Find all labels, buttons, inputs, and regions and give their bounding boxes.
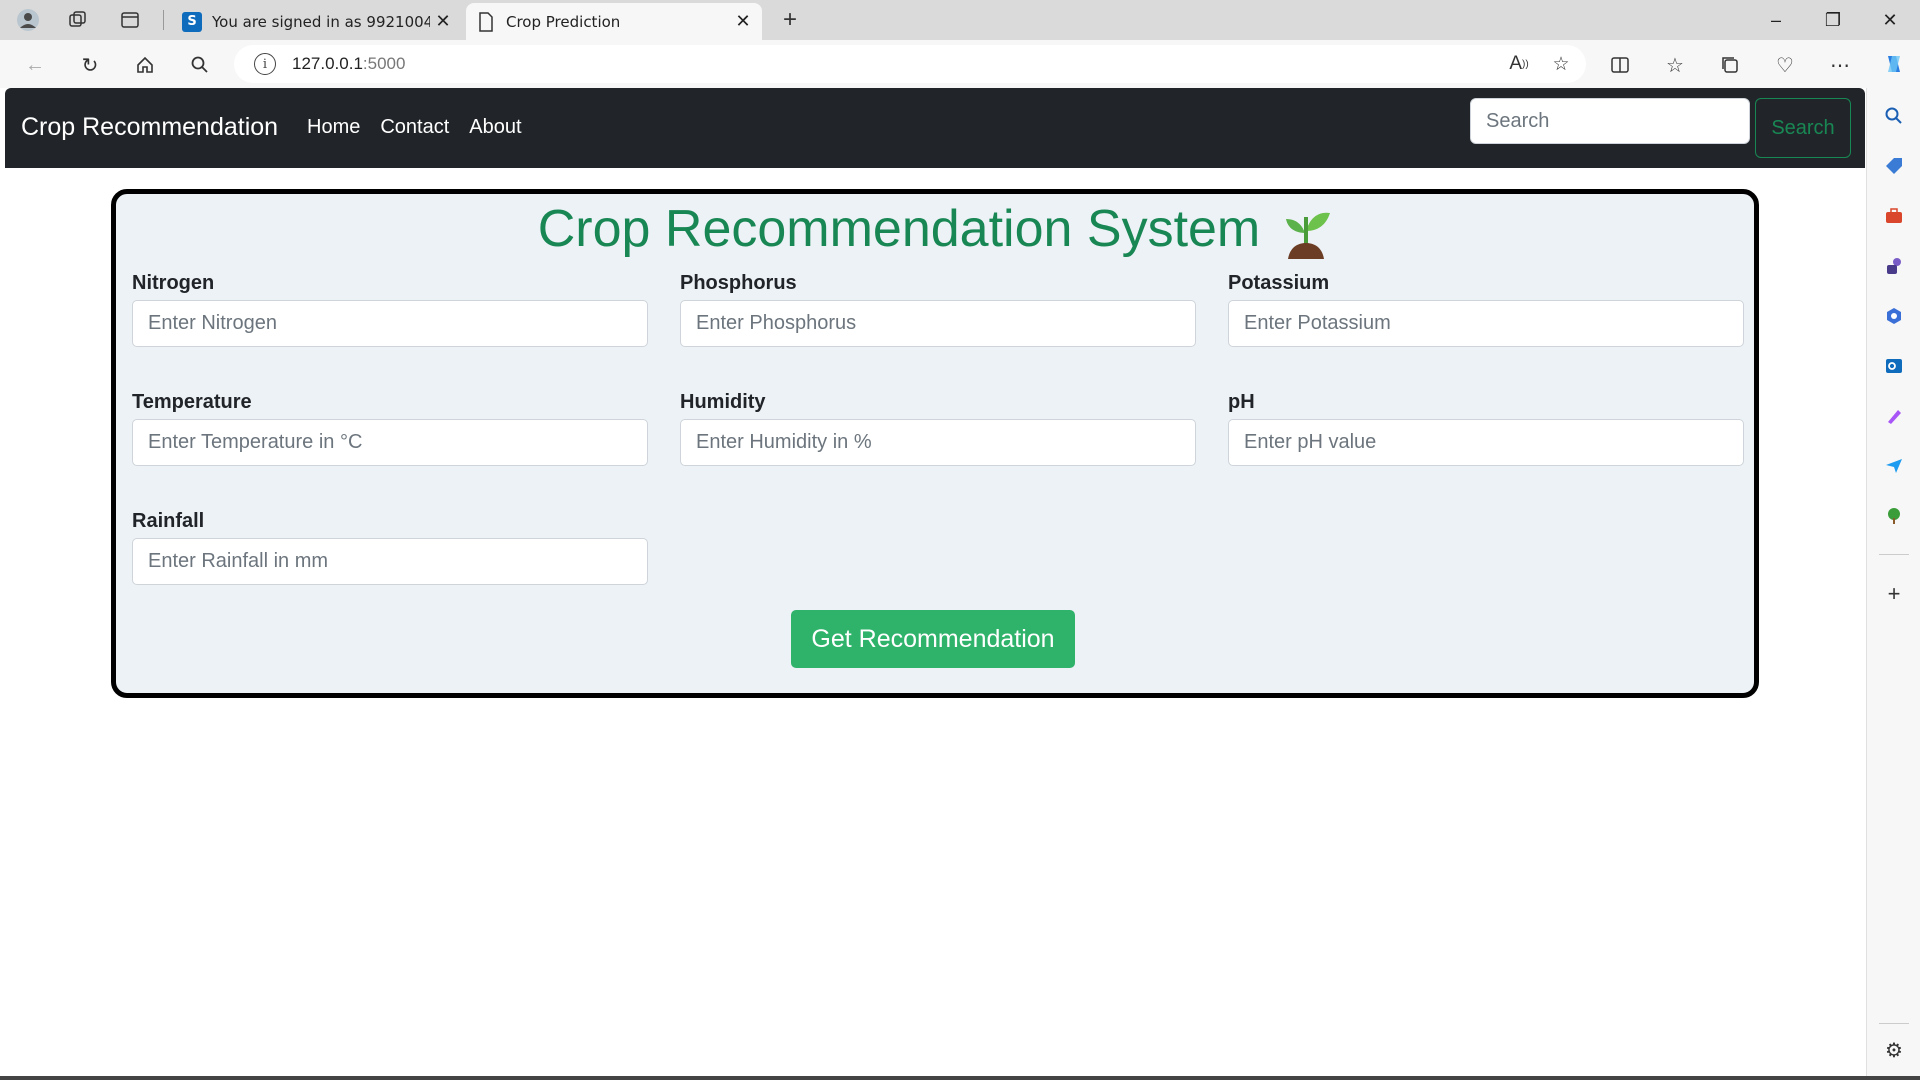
site-info-icon[interactable]: i xyxy=(254,53,276,75)
microsoft-365-icon[interactable] xyxy=(1882,304,1906,328)
rainfall-input[interactable]: Enter Rainfall in mm xyxy=(132,538,648,585)
outlook-icon[interactable] xyxy=(1882,354,1906,378)
minimize-icon[interactable]: – xyxy=(1748,0,1804,40)
copilot-icon[interactable] xyxy=(1882,52,1906,76)
sidebar-divider xyxy=(1879,554,1909,555)
shopping-tag-icon[interactable] xyxy=(1882,154,1906,178)
tab-title: Crop Prediction xyxy=(506,12,621,31)
field-ph: pH Enter pH value xyxy=(1228,391,1744,466)
temperature-input[interactable]: Enter Temperature in °C xyxy=(132,419,648,466)
edge-sidebar: + ⚙ xyxy=(1866,56,1920,1080)
sidebar-search-icon[interactable] xyxy=(1882,104,1906,128)
recommendation-form-card: Crop Recommendation System Nitrogen Ente… xyxy=(111,189,1759,698)
search-icon[interactable] xyxy=(185,50,215,80)
field-label: Potassium xyxy=(1228,272,1330,294)
tab-signed-in[interactable]: S You are signed in as 992100413033 ✕ xyxy=(172,3,462,40)
navbar-search-input[interactable]: Search xyxy=(1470,98,1750,144)
humidity-input[interactable]: Enter Humidity in % xyxy=(680,419,1196,466)
browser-toolbar: ← ↻ i 127.0.0.1:5000 A)) ☆ ☆ ♡ ⋯ xyxy=(0,40,1920,88)
potassium-input[interactable]: Enter Potassium xyxy=(1228,300,1744,347)
split-screen-icon[interactable] xyxy=(1605,50,1635,80)
nav-link-home[interactable]: Home xyxy=(307,116,360,139)
sidebar-settings-icon[interactable]: ⚙ xyxy=(1882,1038,1906,1062)
field-rainfall: Rainfall Enter Rainfall in mm xyxy=(132,510,648,585)
field-label: Phosphorus xyxy=(680,272,797,294)
home-icon[interactable] xyxy=(130,50,160,80)
collections-icon[interactable] xyxy=(1715,50,1745,80)
field-nitrogen: Nitrogen Enter Nitrogen xyxy=(132,272,648,347)
close-tab-icon[interactable]: ✕ xyxy=(430,11,456,32)
refresh-icon[interactable]: ↻ xyxy=(75,50,105,80)
sidebar-divider xyxy=(1879,1023,1909,1024)
field-humidity: Humidity Enter Humidity in % xyxy=(680,391,1196,466)
tab-separator xyxy=(163,10,164,30)
nav-links: Home Contact About xyxy=(307,116,522,139)
get-recommendation-button[interactable]: Get Recommendation xyxy=(791,610,1075,668)
add-sidebar-app-icon[interactable]: + xyxy=(1882,581,1906,606)
new-tab-icon[interactable]: + xyxy=(778,6,802,33)
ph-input[interactable]: Enter pH value xyxy=(1228,419,1744,466)
field-potassium: Potassium Enter Potassium xyxy=(1228,272,1744,347)
settings-more-icon[interactable]: ⋯ xyxy=(1825,50,1855,80)
favorites-icon[interactable]: ☆ xyxy=(1660,50,1690,80)
field-label: Rainfall xyxy=(132,510,205,532)
tools-briefcase-icon[interactable] xyxy=(1882,204,1906,228)
field-label: Temperature xyxy=(132,391,252,413)
nitrogen-input[interactable]: Enter Nitrogen xyxy=(132,300,648,347)
navbar-search-button[interactable]: Search xyxy=(1755,98,1851,158)
back-icon[interactable]: ← xyxy=(20,50,50,80)
address-bar[interactable]: i 127.0.0.1:5000 A)) ☆ xyxy=(234,45,1586,83)
site-navbar: Crop Recommendation Home Contact About S… xyxy=(5,88,1865,168)
browser-tab-strip: S You are signed in as 992100413033 ✕ Cr… xyxy=(0,0,1920,40)
window-bottom-border xyxy=(0,1076,1920,1080)
page-favicon-icon xyxy=(476,11,496,32)
nav-link-contact[interactable]: Contact xyxy=(380,116,449,139)
field-label: pH xyxy=(1228,391,1255,413)
form-title-row: Crop Recommendation System xyxy=(116,194,1754,264)
close-tab-icon[interactable]: ✕ xyxy=(730,11,756,32)
form-title: Crop Recommendation System xyxy=(537,200,1261,258)
navbar-brand[interactable]: Crop Recommendation xyxy=(21,113,278,142)
tab-crop-prediction[interactable]: Crop Prediction ✕ xyxy=(466,3,762,40)
favorite-star-icon[interactable]: ☆ xyxy=(1546,49,1576,79)
designer-icon[interactable] xyxy=(1882,404,1906,428)
profile-avatar-icon[interactable] xyxy=(16,8,40,32)
workspaces-icon[interactable] xyxy=(66,8,90,32)
field-label: Humidity xyxy=(680,391,766,413)
restore-icon[interactable]: ❐ xyxy=(1805,0,1861,40)
phosphorus-input[interactable]: Enter Phosphorus xyxy=(680,300,1196,347)
url-port: :5000 xyxy=(362,54,406,73)
tab-title: You are signed in as 992100413033 xyxy=(212,12,430,31)
field-label: Nitrogen xyxy=(132,272,215,294)
read-aloud-icon[interactable]: A)) xyxy=(1504,49,1534,79)
tree-icon[interactable] xyxy=(1882,504,1906,528)
nav-link-about[interactable]: About xyxy=(469,116,521,139)
url-host: 127.0.0.1 xyxy=(292,54,363,73)
seedling-icon xyxy=(1280,203,1332,259)
field-phosphorus: Phosphorus Enter Phosphorus xyxy=(680,272,1196,347)
vertical-tabs-icon[interactable] xyxy=(118,8,142,32)
close-window-icon[interactable]: ✕ xyxy=(1862,0,1918,40)
send-icon[interactable] xyxy=(1882,454,1906,478)
s-favicon-icon: S xyxy=(182,11,202,32)
browser-essentials-icon[interactable]: ♡ xyxy=(1770,50,1800,80)
field-temperature: Temperature Enter Temperature in °C xyxy=(132,391,648,466)
page-viewport: Crop Recommendation Home Contact About S… xyxy=(0,88,1866,1080)
games-icon[interactable] xyxy=(1882,254,1906,278)
